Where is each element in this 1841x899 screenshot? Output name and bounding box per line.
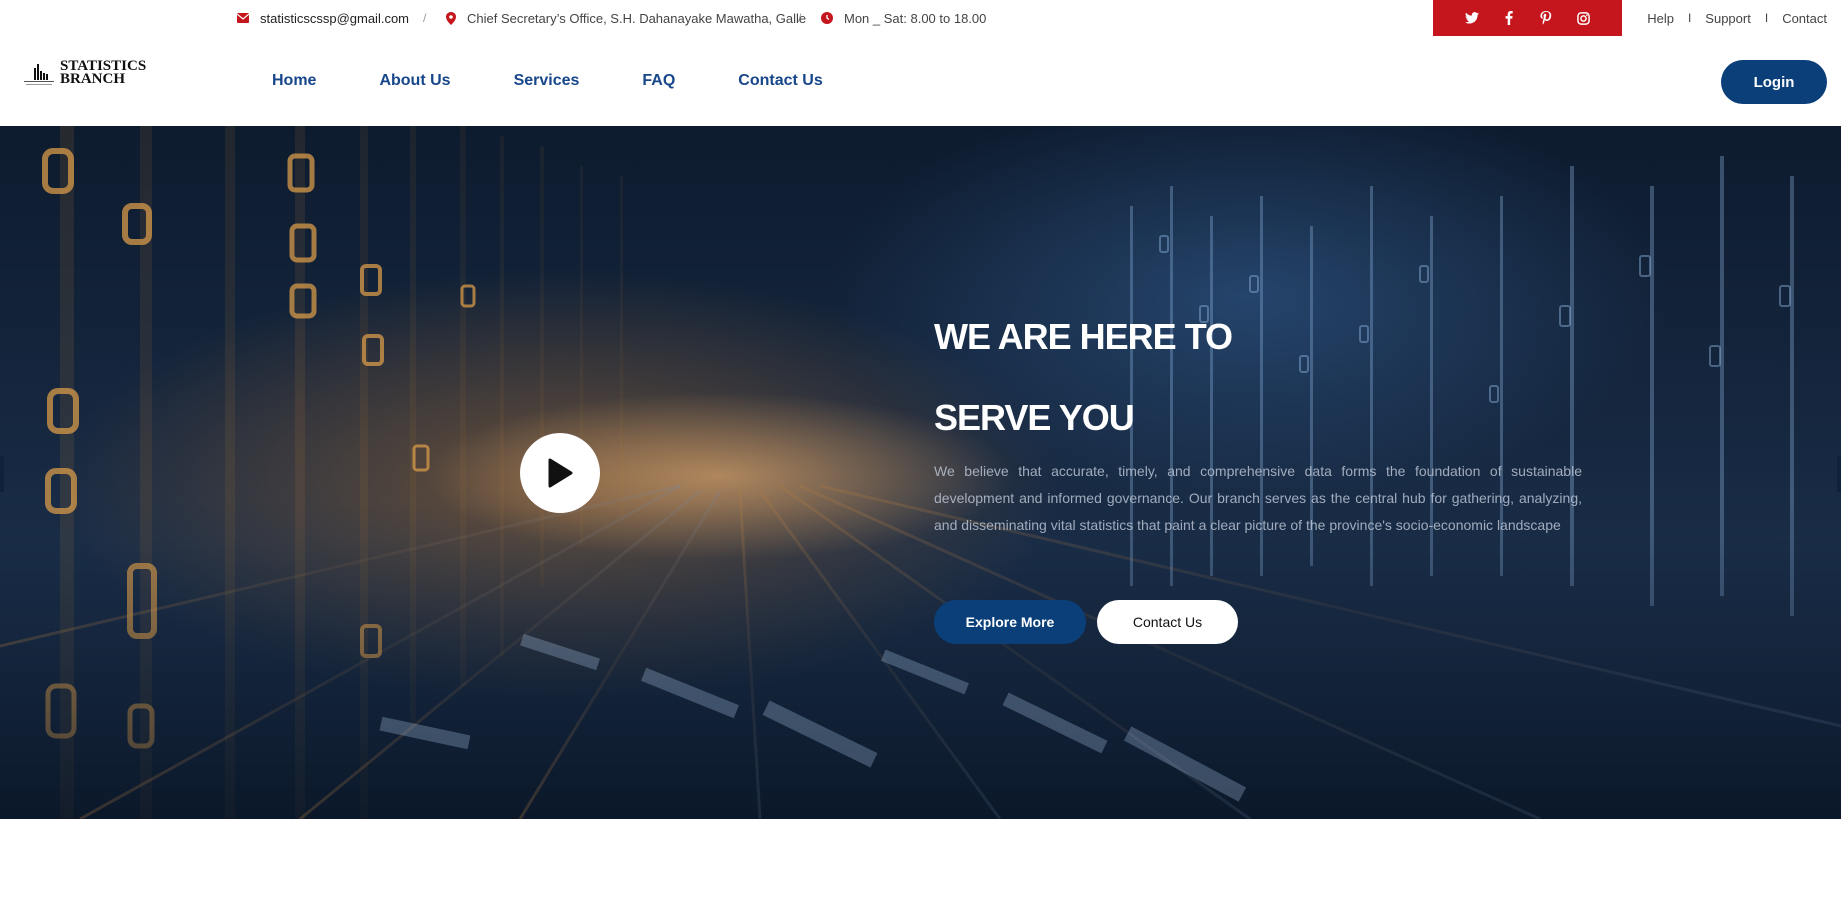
slider-next-handle[interactable] — [1837, 456, 1841, 492]
play-video-button[interactable] — [520, 433, 600, 513]
clock-icon — [821, 12, 833, 24]
link-separator: I — [1687, 11, 1692, 25]
hero-title: WE ARE HERE TO SERVE YOU — [934, 296, 1233, 458]
email-text[interactable]: statisticscssp@gmail.com — [260, 11, 409, 26]
hero-section: WE ARE HERE TO SERVE YOU We believe that… — [0, 126, 1841, 819]
support-link[interactable]: Support — [1705, 11, 1751, 26]
site-logo[interactable]: STATISTICS BRANCH — [22, 58, 146, 88]
hero-title-line1: WE ARE HERE TO — [934, 316, 1233, 357]
topbar-separator: / — [423, 11, 427, 25]
slider-prev-handle[interactable] — [0, 456, 4, 492]
logo-line2: BRANCH — [60, 71, 126, 87]
hero-description: We believe that accurate, timely, and co… — [934, 463, 1582, 533]
main-nav: Home About Us Services FAQ Contact Us — [272, 36, 886, 126]
logo-text: STATISTICS BRANCH — [60, 59, 146, 87]
twitter-icon[interactable] — [1462, 8, 1482, 28]
main-header: STATISTICS BRANCH Home About Us Services… — [0, 36, 1841, 126]
map-pin-icon — [446, 11, 456, 25]
contact-link[interactable]: Contact — [1782, 11, 1827, 26]
email-info[interactable]: statisticscssp@gmail.com — [237, 0, 409, 36]
utility-links: Help I Support I Contact — [1647, 0, 1827, 36]
nav-faq[interactable]: FAQ — [642, 72, 675, 90]
facebook-icon[interactable] — [1499, 8, 1519, 28]
nav-about-us[interactable]: About Us — [379, 72, 450, 90]
address-text: Chief Secretary’s Office, S.H. Dahanayak… — [467, 10, 807, 26]
hours-info: Mon _ Sat: 8.00 to 18.00 — [821, 0, 986, 36]
nav-home[interactable]: Home — [272, 72, 316, 90]
top-info-bar: statisticscssp@gmail.com / Chief Secreta… — [0, 0, 1841, 36]
topbar-separator: / — [798, 11, 802, 25]
bar-chart-logo-icon — [24, 64, 54, 85]
help-link[interactable]: Help — [1647, 11, 1674, 26]
explore-more-button[interactable]: Explore More — [934, 600, 1086, 644]
address-info: Chief Secretary’s Office, S.H. Dahanayak… — [446, 0, 806, 36]
nav-services[interactable]: Services — [514, 72, 580, 90]
login-button[interactable]: Login — [1721, 60, 1827, 104]
social-links — [1433, 0, 1622, 36]
pinterest-icon[interactable] — [1536, 8, 1556, 28]
contact-us-button[interactable]: Contact Us — [1097, 600, 1238, 644]
hero-title-line2: SERVE YOU — [934, 397, 1135, 438]
play-icon — [548, 458, 573, 488]
nav-contact-us[interactable]: Contact Us — [738, 72, 822, 90]
hours-text: Mon _ Sat: 8.00 to 18.00 — [844, 10, 987, 26]
envelope-icon — [237, 13, 249, 23]
instagram-icon[interactable] — [1573, 8, 1593, 28]
link-separator: I — [1764, 11, 1769, 25]
